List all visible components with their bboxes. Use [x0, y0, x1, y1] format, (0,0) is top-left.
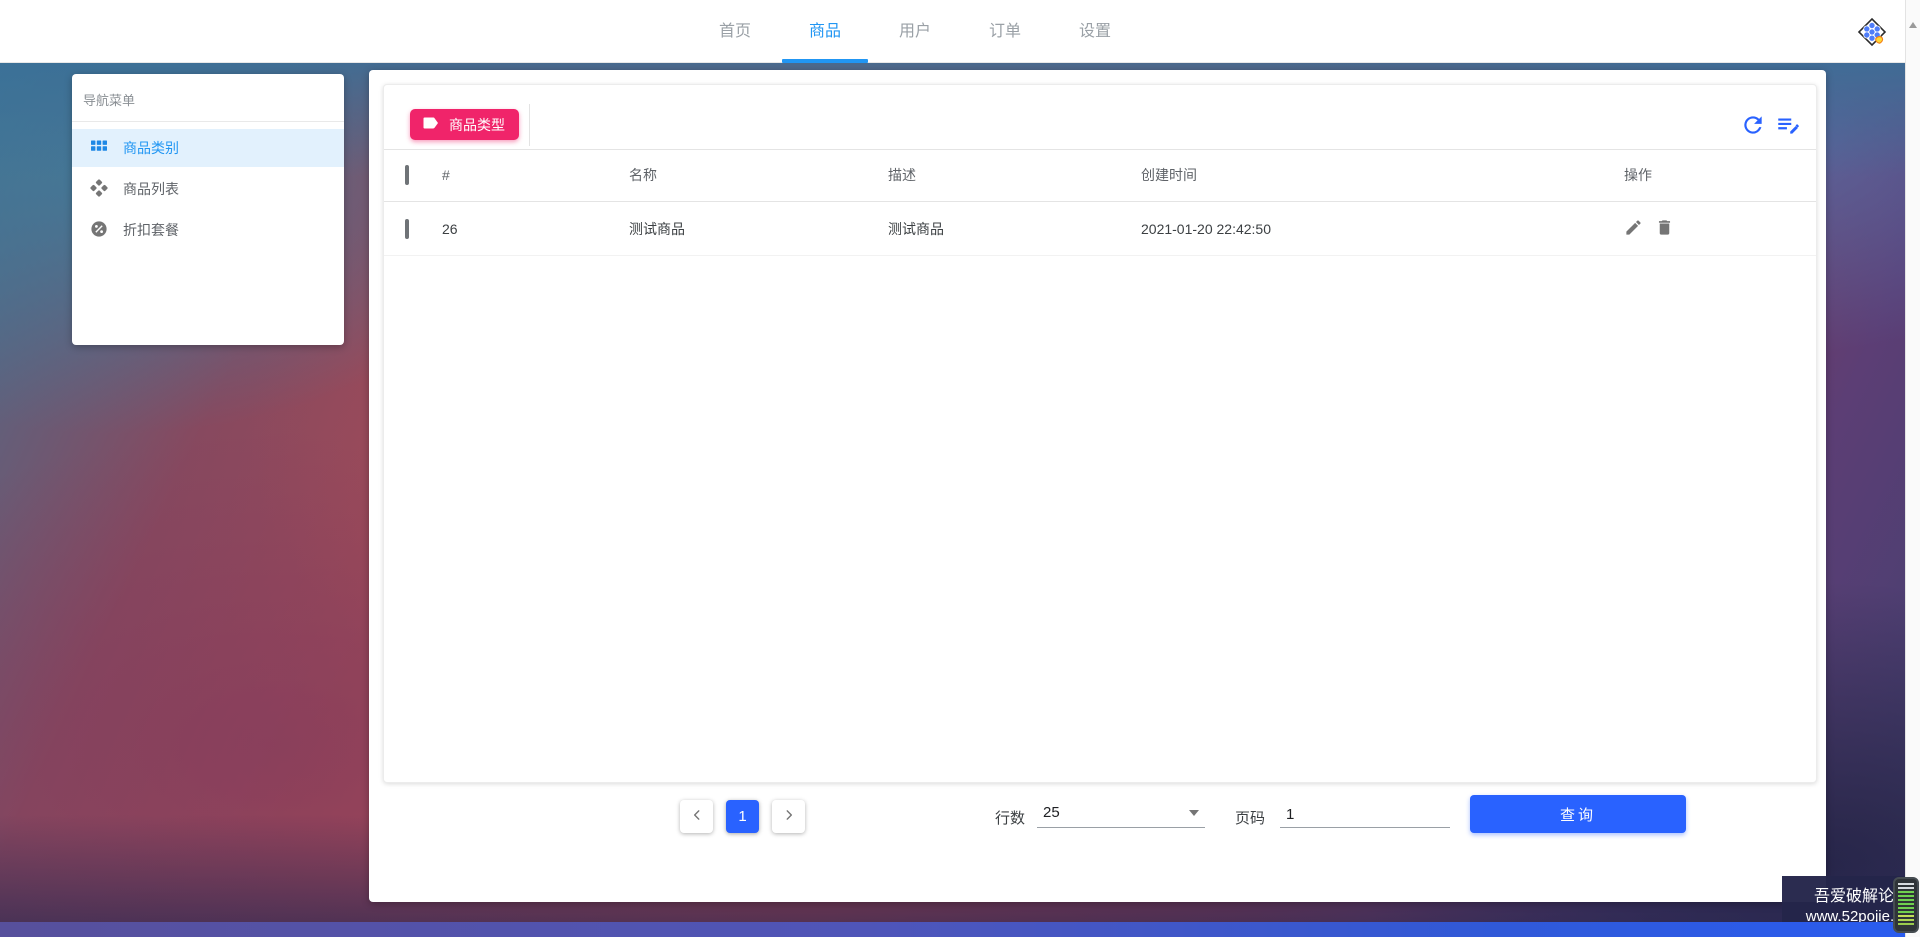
tab-settings[interactable]: 设置: [1050, 0, 1140, 63]
row-id: 26: [442, 220, 458, 237]
row-checkbox[interactable]: [405, 218, 409, 239]
tab-label: 订单: [988, 23, 1021, 40]
tab-home[interactable]: 首页: [690, 0, 780, 63]
column-header-created: 创建时间: [1141, 167, 1197, 183]
tab-label: 设置: [1078, 23, 1111, 40]
active-tab-underline: [782, 59, 868, 63]
page-number-input[interactable]: [1286, 806, 1436, 823]
watermark-line1: 吾爱破解论坛: [1813, 888, 1910, 905]
column-header-name: 名称: [629, 167, 657, 183]
top-nav-bar: 首页 商品 用户 订单 设置: [0, 0, 1920, 63]
table-card: 商品类型 # 名称 描述 创建时间 操作 26 测试商品 测试商品 2021-0…: [383, 84, 1817, 783]
sidebar-title: 导航菜单: [72, 74, 344, 122]
main-nav: 首页 商品 用户 订单 设置: [690, 0, 1140, 63]
table-header-row: # 名称 描述 创建时间 操作: [384, 149, 1816, 202]
sidebar-item-product-category[interactable]: 商品类别: [72, 129, 344, 167]
query-button[interactable]: 查询: [1470, 795, 1686, 833]
product-type-button[interactable]: 商品类型: [410, 109, 519, 140]
sidebar-list: 商品类别 商品列表 折扣套餐: [72, 122, 344, 249]
tab-products[interactable]: 商品: [780, 0, 870, 63]
table-row: 26 测试商品 测试商品 2021-01-20 22:42:50: [384, 202, 1816, 256]
product-type-button-label: 商品类型: [449, 116, 505, 133]
rows-per-page-value: 25: [1043, 804, 1060, 821]
row-name: 测试商品: [629, 220, 685, 237]
rows-per-page-select[interactable]: 25: [1037, 796, 1205, 828]
filter-edit-icon[interactable]: [1775, 112, 1801, 138]
chevron-right-icon: [782, 808, 796, 825]
delete-icon[interactable]: [1655, 218, 1674, 237]
edit-icon[interactable]: [1624, 218, 1643, 237]
tab-label: 用户: [898, 23, 931, 40]
column-header-id: #: [442, 167, 450, 183]
toolbar-divider: [529, 104, 530, 146]
app-logo-icon[interactable]: [1853, 13, 1891, 51]
sidebar-item-label: 商品列表: [123, 181, 179, 197]
sidebar-item-product-list[interactable]: 商品列表: [72, 170, 344, 208]
equalizer-stripes-icon: [1898, 883, 1914, 927]
tab-label: 首页: [718, 23, 751, 40]
screen: 首页 商品 用户 订单 设置 导航菜单 商品类别 商品列表 折扣套餐 商品类型 …: [0, 0, 1920, 937]
tab-orders[interactable]: 订单: [960, 0, 1050, 63]
label-tag-icon: [422, 115, 440, 134]
sidebar-item-discount-package[interactable]: 折扣套餐: [72, 211, 344, 249]
page-number-field: [1280, 796, 1450, 828]
scrollbar[interactable]: [1905, 0, 1920, 937]
scroll-up-arrow-icon[interactable]: [1909, 22, 1917, 28]
next-page-button[interactable]: [772, 800, 805, 833]
column-header-description: 描述: [888, 167, 916, 183]
page-number-button[interactable]: 1: [726, 800, 759, 833]
widgets-icon: [90, 178, 108, 200]
refresh-icon[interactable]: [1740, 112, 1766, 138]
sidebar: 导航菜单 商品类别 商品列表 折扣套餐: [72, 74, 344, 345]
tab-users[interactable]: 用户: [870, 0, 960, 63]
row-created-at: 2021-01-20 22:42:50: [1141, 220, 1271, 237]
prev-page-button[interactable]: [680, 800, 713, 833]
rows-per-page-label: 行数: [995, 810, 1026, 827]
sidebar-item-label: 折扣套餐: [123, 222, 179, 238]
page-number-label: 页码: [1235, 810, 1266, 827]
column-header-actions: 操作: [1624, 167, 1652, 183]
chevron-left-icon: [690, 808, 704, 825]
caret-down-icon: [1189, 810, 1199, 816]
sidebar-item-label: 商品类别: [123, 140, 179, 156]
equalizer-widget[interactable]: [1893, 877, 1919, 933]
discount-icon: [90, 220, 108, 241]
select-all-checkbox[interactable]: [405, 165, 409, 185]
tab-label: 商品: [808, 23, 841, 40]
main-content-card: 商品类型 # 名称 描述 创建时间 操作 26 测试商品 测试商品 2021-0…: [369, 70, 1826, 902]
row-description: 测试商品: [888, 220, 944, 237]
grid-icon: [90, 138, 108, 159]
bottom-strip: [0, 922, 1920, 937]
